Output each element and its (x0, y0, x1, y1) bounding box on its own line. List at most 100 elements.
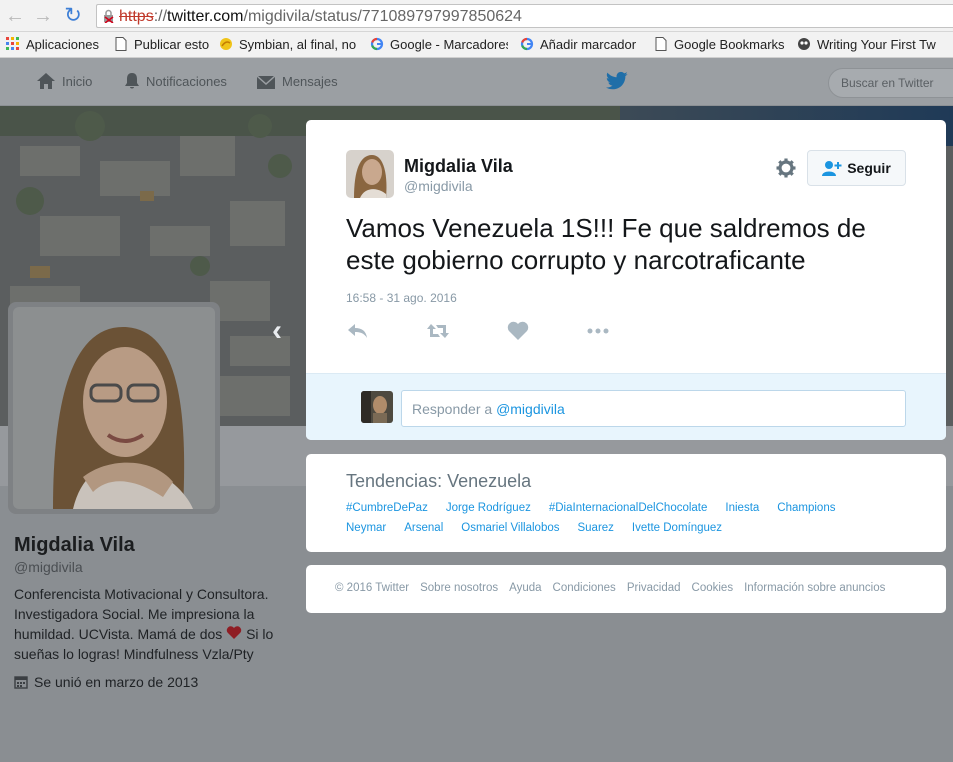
apps-grid-icon (6, 37, 19, 50)
profile-avatar[interactable] (8, 302, 220, 514)
tweet-author-name[interactable]: Migdalia Vila (404, 156, 513, 177)
trend-link[interactable]: Ivette Domínguez (632, 522, 722, 534)
url-text: https://twitter.com/migdivila/status/771… (119, 8, 522, 26)
current-user-photo-image (361, 391, 393, 423)
reply-composer: Responder a @migdivila (306, 373, 946, 440)
address-bar[interactable]: https://twitter.com/migdivila/status/771… (96, 4, 953, 28)
bookmark-anadir-marcador[interactable]: Añadir marcador (520, 36, 645, 54)
profile-joined: Se unió en marzo de 2013 (14, 674, 198, 690)
tweet-timestamp[interactable]: 16:58 - 31 ago. 2016 (346, 291, 457, 305)
footer-link-ads-info[interactable]: Información sobre anuncios (744, 582, 885, 594)
bookmark-symbian[interactable]: Symbian, al final, no (219, 36, 358, 54)
more-options-icon[interactable] (586, 320, 610, 342)
bookmark-google-marcadores[interactable]: Google - Marcadores (370, 36, 508, 54)
bookmark-label: Symbian, al final, no (239, 37, 357, 52)
footer-card: © 2016 Twitter Sobre nosotros Ayuda Condici… (306, 565, 946, 613)
previous-tweet-chevron-icon[interactable]: ‹ (272, 314, 282, 348)
url-path: /migdivila/status/771089797997850624 (243, 8, 522, 25)
bookmark-label: Google Bookmarks (674, 37, 785, 52)
twitter-top-nav: Inicio Notificaciones Mensajes Buscar en… (0, 58, 953, 106)
url-separator: :// (153, 8, 168, 25)
reply-mention: @migdivila (496, 401, 565, 417)
nav-notifications-label: Notificaciones (146, 74, 227, 89)
trend-link[interactable]: Iniesta (725, 502, 759, 514)
bookmark-label: Aplicaciones (26, 37, 99, 52)
trend-link[interactable]: #CumbreDePaz (346, 502, 428, 514)
url-host: twitter.com (167, 8, 244, 25)
symbian-icon (220, 38, 232, 50)
footer-link-cookies[interactable]: Cookies (692, 582, 734, 594)
bookmark-label: Añadir marcador (540, 37, 637, 52)
reload-button[interactable]: ↻ (62, 5, 84, 27)
page-icon (115, 37, 127, 51)
trend-link[interactable]: Arsenal (404, 522, 443, 534)
gear-icon[interactable] (776, 158, 796, 178)
bookmark-apps[interactable]: Aplicaciones (6, 36, 106, 54)
bookmark-google-bookmarks[interactable]: Google Bookmarks (654, 36, 789, 54)
author-photo-image (346, 150, 394, 198)
current-user-avatar (361, 391, 393, 423)
google-icon (370, 37, 384, 51)
bookmark-publicar[interactable]: Publicar esto (114, 36, 212, 54)
footer-link-terms[interactable]: Condiciones (553, 582, 616, 594)
home-icon (37, 73, 55, 89)
tweet-permalink-card: Migdalia Vila @migdivila Seguir Vamos Ve… (306, 120, 946, 440)
trend-link[interactable]: Neymar (346, 522, 386, 534)
footer-links: © 2016 Twitter Sobre nosotros Ayuda Condici… (335, 582, 896, 594)
footer-link-help[interactable]: Ayuda (509, 582, 541, 594)
trend-link[interactable]: Champions (777, 502, 835, 514)
bookmark-writing-first[interactable]: Writing Your First Tw (797, 36, 937, 54)
follow-button-label: Seguir (847, 160, 891, 176)
profile-bio: Conferencista Motivacional y Consultora.… (14, 584, 299, 664)
bookmark-label: Google - Marcadores (390, 37, 508, 52)
profile-joined-text: Se unió en marzo de 2013 (34, 674, 199, 690)
tweet-author-handle[interactable]: @migdivila (404, 178, 473, 194)
bookmarks-bar: Aplicaciones Publicar esto Symbian, al f… (0, 32, 953, 58)
retweet-icon[interactable] (426, 320, 450, 342)
twitter-bird-icon[interactable] (606, 71, 628, 91)
heart-emoji-icon (226, 626, 242, 639)
reply-icon[interactable] (346, 320, 370, 342)
follow-button[interactable]: Seguir (807, 150, 906, 186)
reply-input[interactable]: Responder a @migdivila (401, 390, 906, 427)
like-heart-icon[interactable] (506, 320, 530, 342)
nav-messages-label: Mensajes (282, 74, 338, 89)
reply-prefix: Responder a (412, 401, 497, 417)
footer-copyright: © 2016 Twitter (335, 582, 410, 594)
tweet-text: Vamos Venezuela 1S!!! Fe que saldremos d… (346, 213, 866, 275)
forward-button[interactable]: → (32, 5, 54, 27)
trend-link[interactable]: #DiaInternacionalDelChocolate (549, 502, 708, 514)
bookmark-label: Writing Your First Tw (817, 37, 936, 52)
browser-toolbar: ← → ↻ https://twitter.com/migdivila/stat… (0, 0, 953, 32)
insecure-lock-icon[interactable] (102, 9, 116, 23)
bookmark-label: Publicar esto (134, 37, 210, 52)
add-user-icon (822, 161, 842, 176)
calendar-icon (14, 676, 28, 689)
footer-link-about[interactable]: Sobre nosotros (420, 582, 498, 594)
back-button[interactable]: ← (4, 5, 26, 27)
google-icon (520, 37, 534, 51)
url-scheme: https (119, 8, 154, 25)
trends-row-2: Neymar Arsenal Osmariel Villalobos Suarez Iv… (346, 522, 740, 534)
envelope-icon (256, 75, 276, 89)
footer-link-privacy[interactable]: Privacidad (627, 582, 681, 594)
profile-name[interactable]: Migdalia Vila (14, 534, 135, 557)
profile-photo-image (13, 307, 215, 509)
nav-home[interactable]: Inicio (36, 71, 92, 93)
trend-link[interactable]: Osmariel Villalobos (461, 522, 559, 534)
trend-link[interactable]: Suarez (577, 522, 613, 534)
profile-handle[interactable]: @migdivila (14, 559, 83, 575)
tweet-author-avatar[interactable] (346, 150, 394, 198)
search-placeholder: Buscar en Twitter (841, 76, 934, 90)
owl-icon (798, 38, 810, 50)
nav-notifications[interactable]: Notificaciones (124, 71, 227, 93)
page-icon (655, 37, 667, 51)
nav-messages[interactable]: Mensajes (256, 71, 338, 93)
trends-card: Tendencias: Venezuela #CumbreDePaz Jorge … (306, 454, 946, 552)
bell-icon (125, 73, 139, 89)
search-input[interactable]: Buscar en Twitter (828, 68, 953, 98)
trends-title: Tendencias: Venezuela (346, 471, 532, 491)
trends-row-1: #CumbreDePaz Jorge Rodríguez #DiaInternaci… (346, 502, 853, 514)
trend-link[interactable]: Jorge Rodríguez (446, 502, 531, 514)
nav-home-label: Inicio (62, 74, 93, 89)
